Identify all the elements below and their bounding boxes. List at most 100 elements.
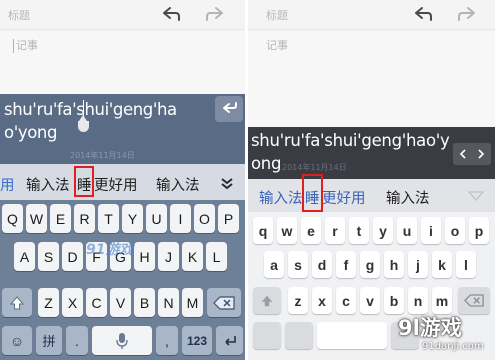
- key-j[interactable]: j: [408, 251, 428, 278]
- chevron-down-icon[interactable]: [220, 176, 234, 190]
- shift-key[interactable]: [2, 288, 32, 317]
- title-placeholder[interactable]: 标题: [8, 7, 30, 23]
- key-u[interactable]: U: [146, 204, 167, 233]
- key-t[interactable]: T: [98, 204, 119, 233]
- candidate-1[interactable]: 输入法: [259, 187, 303, 208]
- candidate-4[interactable]: 输入法: [386, 187, 430, 208]
- cursor-navigation[interactable]: [453, 143, 491, 165]
- backspace-key[interactable]: [207, 288, 241, 317]
- key-g[interactable]: g: [360, 251, 380, 278]
- site-logo: 9l游戏 91danji.com: [396, 312, 492, 358]
- watermark: 91游戏: [86, 242, 134, 258]
- redo-icon[interactable]: [206, 6, 226, 22]
- symbol-key[interactable]: [253, 322, 281, 349]
- key-i[interactable]: I: [170, 204, 191, 233]
- candidate-4[interactable]: 更好用: [94, 174, 138, 195]
- key-o[interactable]: o: [445, 217, 465, 244]
- key-q[interactable]: Q: [2, 204, 23, 233]
- key-m[interactable]: M: [182, 288, 203, 317]
- key-y[interactable]: Y: [122, 204, 143, 233]
- key-h[interactable]: h: [384, 251, 404, 278]
- text-caret: [13, 39, 14, 53]
- key-r[interactable]: R: [74, 204, 95, 233]
- key-t[interactable]: t: [349, 217, 369, 244]
- highlight-box: [74, 166, 94, 197]
- key-l[interactable]: l: [456, 251, 476, 278]
- logo-url-text: 91danji.com: [422, 341, 484, 352]
- key-x[interactable]: x: [312, 287, 332, 314]
- key-b[interactable]: B: [134, 288, 155, 317]
- candidate-1[interactable]: 用: [0, 174, 15, 195]
- key-r[interactable]: r: [325, 217, 345, 244]
- note-body[interactable]: 记事: [248, 31, 495, 127]
- key-z[interactable]: z: [288, 287, 308, 314]
- candidate-2[interactable]: 输入法: [26, 174, 70, 195]
- note-body[interactable]: 记事: [0, 31, 245, 101]
- comma-key[interactable]: ,: [156, 326, 178, 355]
- key-c[interactable]: C: [86, 288, 107, 317]
- cursor-handle[interactable]: [78, 115, 89, 132]
- key-p[interactable]: p: [469, 217, 489, 244]
- composition-back-button[interactable]: [215, 96, 243, 122]
- key-w[interactable]: w: [277, 217, 297, 244]
- key-s[interactable]: s: [288, 251, 308, 278]
- space-key[interactable]: [317, 322, 387, 349]
- candidate-5[interactable]: 输入法: [156, 174, 200, 195]
- key-o[interactable]: O: [194, 204, 215, 233]
- backspace-key[interactable]: [458, 287, 490, 314]
- key-c[interactable]: c: [336, 287, 356, 314]
- period-key[interactable]: .: [66, 326, 88, 355]
- key-w[interactable]: W: [26, 204, 47, 233]
- undo-icon[interactable]: [160, 6, 180, 22]
- key-m[interactable]: m: [432, 287, 452, 314]
- key-b[interactable]: b: [384, 287, 404, 314]
- key-n[interactable]: N: [158, 288, 179, 317]
- undo-icon[interactable]: [412, 6, 432, 22]
- pinyin-composition[interactable]: shu'ru'fa'shui'geng'hao'y ong 2014年11月14…: [248, 127, 495, 179]
- shift-key[interactable]: [253, 287, 281, 314]
- key-d[interactable]: D: [62, 242, 83, 271]
- key-u[interactable]: u: [397, 217, 417, 244]
- ghost-date: 2014年11月14日: [70, 151, 135, 160]
- right-screenshot: 标题 记事 shu'ru'fa'shui'geng'hao'y ong 2014…: [248, 0, 495, 360]
- key-v[interactable]: v: [360, 287, 380, 314]
- key-k[interactable]: k: [432, 251, 452, 278]
- pinyin-composition[interactable]: shu'ru'fa'shui'geng'ha o'yong 2014年11月14…: [0, 94, 245, 164]
- shift-icon: [9, 295, 25, 309]
- key-j[interactable]: J: [158, 242, 179, 271]
- key-p[interactable]: P: [218, 204, 239, 233]
- key-a[interactable]: a: [264, 251, 284, 278]
- composition-text: shu'ru'fa'shui'geng'ha o'yong: [4, 98, 214, 144]
- key-e[interactable]: E: [50, 204, 71, 233]
- key-d[interactable]: d: [312, 251, 332, 278]
- chevron-down-icon[interactable]: [468, 190, 484, 202]
- symbol-key[interactable]: ☺: [2, 326, 32, 355]
- numbers-key[interactable]: 123: [182, 326, 212, 355]
- key-a[interactable]: A: [14, 242, 35, 271]
- key-n[interactable]: n: [408, 287, 428, 314]
- key-z[interactable]: Z: [38, 288, 59, 317]
- enter-key[interactable]: [216, 326, 243, 355]
- key-e[interactable]: e: [301, 217, 321, 244]
- key-v[interactable]: V: [110, 288, 131, 317]
- key-k[interactable]: K: [182, 242, 203, 271]
- candidate-bar: 输入法 睡 更好用 输入法: [248, 174, 495, 212]
- enter-icon: [224, 335, 236, 346]
- title-placeholder[interactable]: 标题: [266, 7, 288, 23]
- key-x[interactable]: X: [62, 288, 83, 317]
- key-l[interactable]: L: [206, 242, 227, 271]
- redo-icon[interactable]: [458, 6, 478, 22]
- left-right-arrows-icon: [459, 149, 485, 159]
- key-y[interactable]: y: [373, 217, 393, 244]
- key-h[interactable]: H: [134, 242, 155, 271]
- microphone-icon: [116, 332, 128, 349]
- key-q[interactable]: q: [253, 217, 273, 244]
- space-key[interactable]: [92, 326, 152, 355]
- key-i[interactable]: i: [421, 217, 441, 244]
- ghost-date: 2014年11月14日: [282, 163, 347, 172]
- key-f[interactable]: f: [336, 251, 356, 278]
- key-s[interactable]: S: [38, 242, 59, 271]
- language-key[interactable]: [285, 322, 313, 349]
- candidate-3[interactable]: 更好用: [322, 187, 366, 208]
- pinyin-switch-key[interactable]: 拼: [36, 326, 62, 355]
